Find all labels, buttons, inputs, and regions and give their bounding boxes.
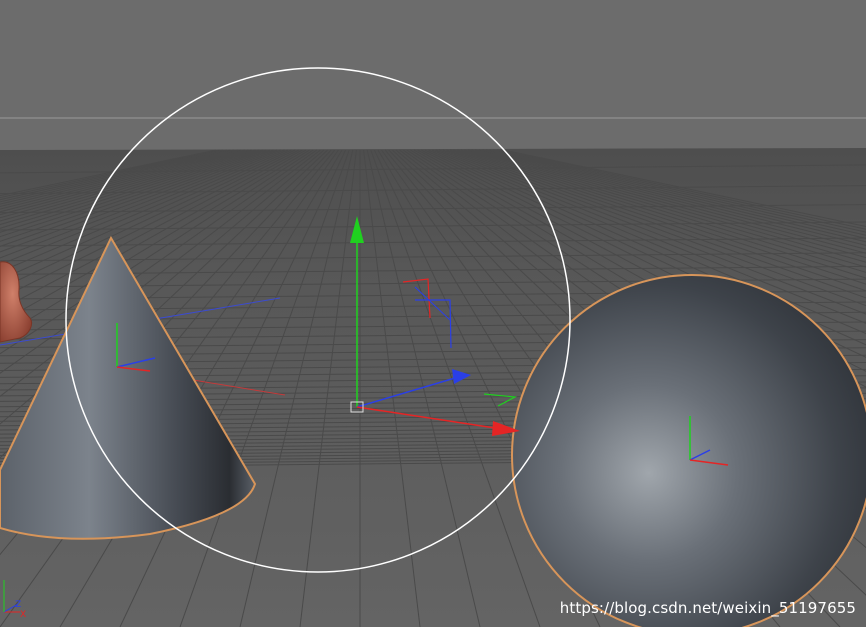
sphere-object[interactable]: [511, 274, 866, 627]
viewport-background: [0, 0, 866, 145]
3d-viewport[interactable]: Z X https://blog.csdn.net/weixin_5119765…: [0, 0, 866, 627]
world-z-label: Z: [15, 600, 21, 610]
watermark-text: https://blog.csdn.net/weixin_51197655: [559, 599, 856, 617]
viewport-canvas[interactable]: Z X: [0, 0, 866, 627]
world-x-label: X: [20, 610, 26, 620]
